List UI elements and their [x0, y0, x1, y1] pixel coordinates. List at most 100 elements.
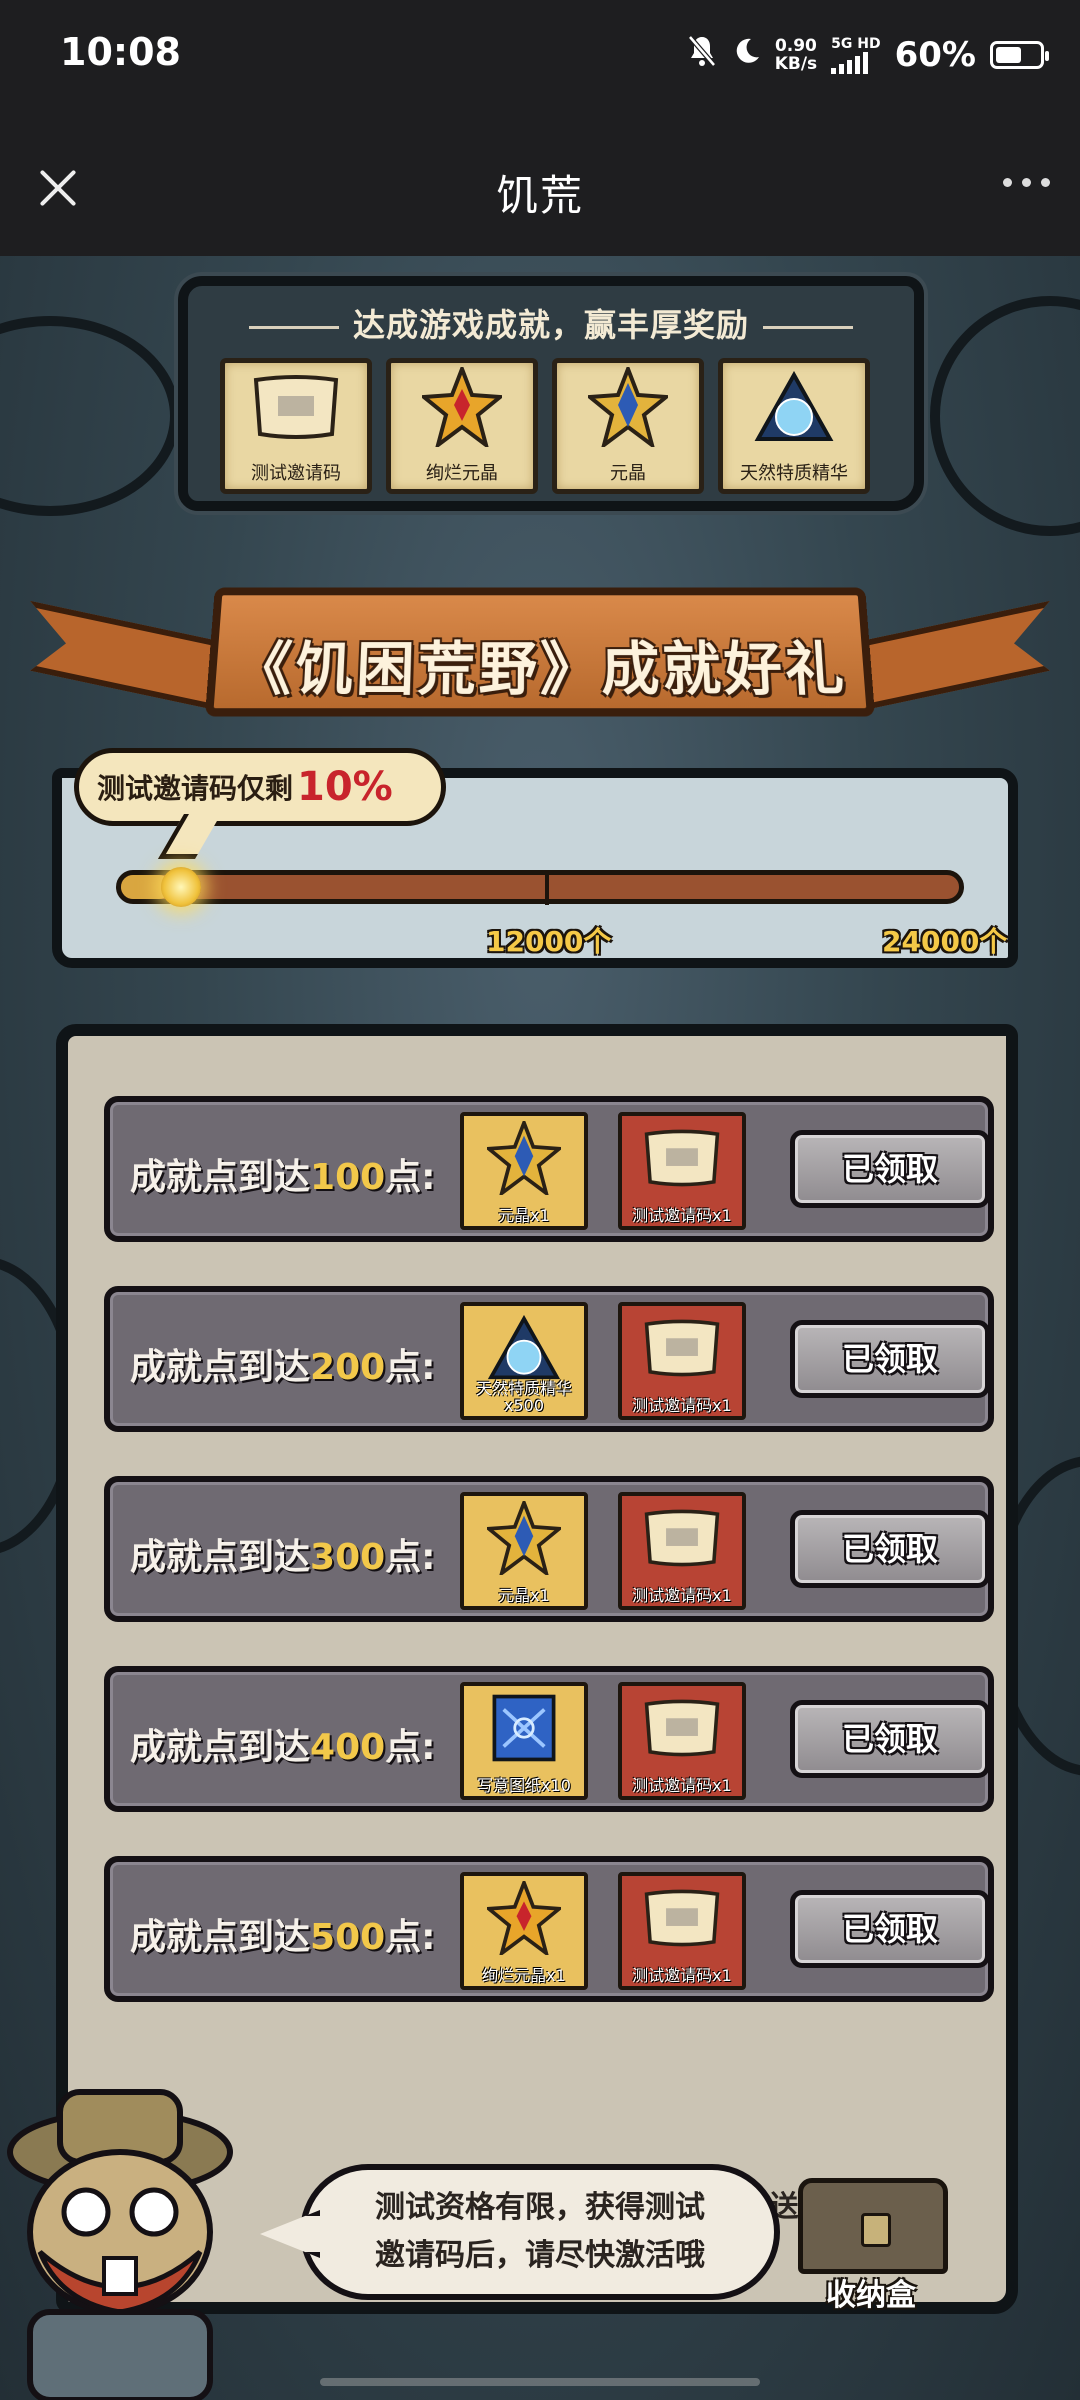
- home-indicator: [320, 2378, 760, 2386]
- tier-reward-invite-code: 测试邀请码x1: [618, 1492, 746, 1610]
- essence-icon: [754, 370, 834, 447]
- tier-points: 400: [310, 1727, 386, 1768]
- reward-caption: 测试邀请码x1: [632, 1776, 732, 1795]
- net-speed-value: 0.90: [774, 36, 817, 56]
- tier-reward-invite-code: 测试邀请码x1: [618, 1302, 746, 1420]
- title-banner: 《饥困荒野》成就好礼: [30, 576, 1050, 736]
- storage-box-button[interactable]: 收纳盒: [776, 2172, 966, 2313]
- reward-tier-row: 成就点到达400点: 写意图纸x10 测试邀请码x1 已领取: [104, 1666, 994, 1812]
- reward-caption: 元晶x1: [498, 1586, 550, 1605]
- remaining-text: 测试邀请码仅剩: [97, 772, 294, 805]
- gold-crystal-icon: [484, 1877, 564, 1959]
- net-speed: 0.90 KB/s: [775, 37, 817, 73]
- reward-caption: 写意图纸x10: [477, 1776, 571, 1795]
- claimed-button[interactable]: 已领取: [790, 1510, 990, 1588]
- reward-tier-row: 成就点到达200点: 天然特质精华 x500 测试邀请码x1 已领取: [104, 1286, 994, 1432]
- tick-12000: 12000个: [486, 925, 612, 958]
- scroll-icon: [639, 1127, 725, 1193]
- reward-caption: 绚烂元晶x1: [482, 1966, 566, 1985]
- tier-reward-primary: 元晶x1: [460, 1112, 588, 1230]
- reward-caption: 测试邀请码x1: [632, 1396, 732, 1415]
- tier-requirement-prefix: 成就点到达: [130, 1347, 311, 1388]
- top-reward-invite-code: 测试邀请码: [220, 358, 372, 494]
- tier-reward-primary: 天然特质精华 x500: [460, 1302, 588, 1420]
- tier-reward-primary: 元晶x1: [460, 1492, 588, 1610]
- network-label: 5G HD: [831, 36, 881, 52]
- tier-requirement-suffix: 点:: [385, 1917, 436, 1958]
- tier-reward-invite-code: 测试邀请码x1: [618, 1112, 746, 1230]
- top-rewards-board: 达成游戏成就，赢丰厚奖励 测试邀请码 绚烂元晶 元晶 天然特质精华: [178, 276, 924, 511]
- mute-bell-icon: [687, 34, 717, 76]
- blue-crystal-icon: [484, 1497, 564, 1579]
- essence-icon: [487, 1314, 561, 1385]
- tier-requirement-suffix: 点:: [385, 1727, 436, 1768]
- moon-icon: [731, 36, 761, 74]
- remaining-percent: 10%: [297, 764, 393, 810]
- top-reward-label: 天然特质精华: [740, 463, 848, 484]
- chest-icon: [798, 2178, 948, 2274]
- tier-reward-invite-code: 测试邀请码x1: [618, 1682, 746, 1800]
- banner-title: 《饥困荒野》成就好礼: [231, 635, 849, 704]
- status-icons: 0.90 KB/s 5G HD 60%: [687, 34, 1049, 76]
- tier-requirement: 成就点到达100点:: [130, 1148, 436, 1200]
- tier-reward-primary: 绚烂元晶x1: [460, 1872, 588, 1990]
- status-bar: 10:08 0.90 KB/s 5G HD 60%: [0, 0, 1080, 112]
- tier-requirement-prefix: 成就点到达: [130, 1917, 311, 1958]
- top-rewards-heading: 达成游戏成就，赢丰厚奖励: [188, 300, 914, 346]
- tier-points: 500: [310, 1917, 386, 1958]
- tier-requirement: 成就点到达300点:: [130, 1528, 436, 1580]
- branch-decoration: [930, 296, 1080, 536]
- tier-points: 300: [310, 1537, 386, 1578]
- banner-plate: 《饥困荒野》成就好礼: [204, 587, 876, 717]
- claimed-button[interactable]: 已领取: [790, 1320, 990, 1398]
- tier-requirement: 成就点到达400点:: [130, 1718, 436, 1770]
- reward-tier-row: 成就点到达100点: 元晶x1 测试邀请码x1 已领取: [104, 1096, 994, 1242]
- scroll-icon: [639, 1317, 725, 1383]
- speech-line1: 测试资格有限，获得测试: [375, 2190, 705, 2225]
- blueprint-icon: [487, 1691, 561, 1769]
- tier-requirement-prefix: 成就点到达: [130, 1157, 311, 1198]
- tier-requirement-prefix: 成就点到达: [130, 1727, 311, 1768]
- progress-midpoint: [545, 871, 549, 905]
- scroll-icon: [639, 1697, 725, 1763]
- tier-reward-primary: 写意图纸x10: [460, 1682, 588, 1800]
- remaining-bubble: 测试邀请码仅剩 10%: [74, 748, 446, 826]
- game-page: 达成游戏成就，赢丰厚奖励 测试邀请码 绚烂元晶 元晶 天然特质精华 《饥困荒野》…: [0, 256, 1080, 2400]
- storage-box-label: 收纳盒: [826, 2278, 916, 2313]
- blue-crystal-icon: [484, 1117, 564, 1199]
- reward-caption: 测试邀请码x1: [632, 1206, 732, 1225]
- claimed-button[interactable]: 已领取: [790, 1890, 990, 1968]
- claimed-button[interactable]: 已领取: [790, 1700, 990, 1778]
- scroll-icon: [639, 1507, 725, 1573]
- ribbon-left: [30, 601, 230, 714]
- reward-caption: 测试邀请码x1: [632, 1966, 732, 1985]
- reward-tier-list: 成就点到达100点: 元晶x1 测试邀请码x1 已领取 成就点到达200点: 天…: [104, 1096, 994, 2046]
- nav-bar: 饥荒: [0, 112, 1080, 256]
- branch-decoration: [0, 316, 180, 516]
- scroll-icon: [248, 372, 344, 446]
- battery-fill: [996, 47, 1022, 63]
- blue-crystal-icon: [584, 363, 672, 451]
- reward-tier-row: 成就点到达300点: 元晶x1 测试邀请码x1 已领取: [104, 1476, 994, 1622]
- status-time: 10:08: [60, 30, 181, 74]
- top-reward-label: 元晶: [610, 463, 646, 484]
- scroll-icon: [639, 1887, 725, 1953]
- ribbon-right: [850, 601, 1050, 714]
- speech-line2: 邀请码后，请尽快激活哦: [375, 2238, 705, 2273]
- top-reward-label: 绚烂元晶: [426, 463, 498, 484]
- top-reward-crystal: 元晶: [552, 358, 704, 494]
- tier-requirement-suffix: 点:: [385, 1347, 436, 1388]
- top-reward-essence: 天然特质精华: [718, 358, 870, 494]
- battery-percent: 60%: [894, 35, 976, 75]
- progress-panel: 测试邀请码仅剩 10% 12000个 24000个: [52, 748, 1018, 968]
- mascot-character-icon: [0, 2062, 260, 2400]
- reward-tier-row: 成就点到达500点: 绚烂元晶x1 测试邀请码x1 已领取: [104, 1856, 994, 2002]
- reward-caption: 元晶x1: [498, 1206, 550, 1225]
- claimed-button[interactable]: 已领取: [790, 1130, 990, 1208]
- top-reward-label: 测试邀请码: [251, 463, 341, 484]
- more-icon[interactable]: [1003, 178, 1050, 187]
- progress-knob: [161, 867, 202, 907]
- tier-requirement: 成就点到达200点:: [130, 1338, 436, 1390]
- page-title: 饥荒: [495, 171, 584, 220]
- tier-requirement-suffix: 点:: [385, 1537, 436, 1578]
